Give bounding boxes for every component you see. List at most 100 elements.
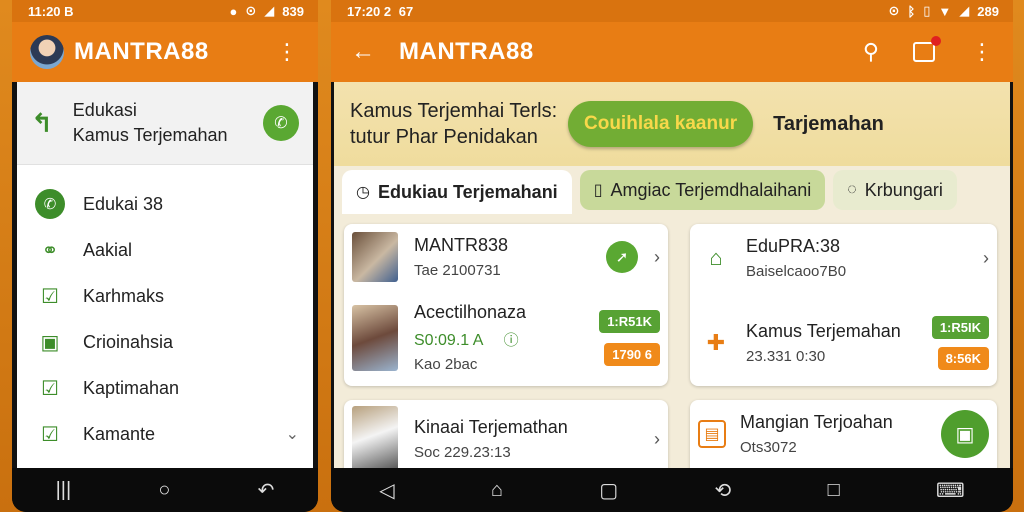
alarm-icon: ⊙ <box>888 3 900 18</box>
home-icon[interactable]: ○ <box>158 479 170 502</box>
chevron-right-icon[interactable]: › <box>654 429 660 450</box>
hero-banner: Kamus Terjemhai Terls: tutur Phar Penida… <box>334 82 1010 166</box>
tab-amgiac[interactable]: ▯ Amgiac Terjemdhalaihani <box>579 170 826 210</box>
hero-action-button[interactable]: Couihlala kaanur <box>568 101 754 147</box>
rotate-icon[interactable]: ⟲ <box>714 478 731 503</box>
item-title: EduPRA:38 <box>746 236 841 256</box>
menu-item-label: Kaptimahan <box>83 377 180 398</box>
chevron-down-icon[interactable]: ⌄ <box>286 424 299 444</box>
building-icon: ⌂ <box>709 245 723 270</box>
app-title: MANTRA88 <box>399 38 534 65</box>
app-bar: MANTRA88 ⋮ <box>12 22 318 82</box>
price-badge-orange: 1790 6 <box>604 342 660 366</box>
info-icon: ⓘ <box>503 332 519 349</box>
tab-label: Krbungari <box>864 179 943 200</box>
thumbnail-image <box>352 232 398 282</box>
status-time: 11:20 B <box>28 3 74 19</box>
hero-label: Tarjemahan <box>773 112 884 135</box>
item-title: Mangian Terjoahan <box>740 412 893 432</box>
menu-item-kaptimahan[interactable]: ☑ Kaptimahan <box>17 365 313 411</box>
dot-icon: ● <box>229 3 238 19</box>
clock-icon: ◷ <box>356 184 370 201</box>
share-icon: ⚭ <box>41 239 59 262</box>
item-title: MANTR838 <box>414 235 509 255</box>
chevron-right-icon[interactable]: › <box>983 248 989 269</box>
nav-bar: ||| ○ ↶ <box>12 468 318 512</box>
chat-icon: ◌ <box>847 181 857 198</box>
status-time: 17:20 2 <box>347 3 392 19</box>
item-subtitle: Soc 229.23:13 <box>414 444 511 461</box>
item-title: Acectilhonaza <box>414 302 527 322</box>
menu-item-kamante[interactable]: ☑ Kamante ⌄ <box>17 411 313 457</box>
tab-bar: ◷ Edukiau Terjemahani ▯ Amgiac Terjemdha… <box>334 166 1010 214</box>
gallery-icon[interactable]: ▣ <box>941 410 989 458</box>
signal-icon: ◢ <box>959 3 970 18</box>
puzzle-icon: ✚ <box>706 330 726 355</box>
price-badge-green: 1:R5IK <box>931 316 989 339</box>
wifi-icon: ▼ <box>938 3 952 19</box>
item-subtitle: Kao 2bac <box>414 356 478 373</box>
tab-edukiau[interactable]: ◷ Edukiau Terjemahani <box>342 170 572 214</box>
item-subtitle: 23.331 0:30 <box>746 348 826 365</box>
back-icon[interactable]: ◁ <box>379 478 394 503</box>
menu-item-label: Aakial <box>83 239 133 260</box>
hero-line-1: Kamus Terjemhai Terls: <box>350 100 558 122</box>
thumbnail-image <box>352 406 398 468</box>
back-arrow-icon[interactable]: ↰ <box>31 108 53 139</box>
menu-item-aakial[interactable]: ⚭ Aakial <box>17 227 313 273</box>
list-item[interactable]: ✚ Kamus Terjemahan 23.331 0:30 1:R5IK 8:… <box>698 316 989 370</box>
menu-item-karhmaks[interactable]: ☑ Karhmaks <box>17 273 313 319</box>
signal-icon: ◢ <box>264 3 275 18</box>
recent-apps-icon[interactable]: ▢ <box>599 478 618 503</box>
card-mangian[interactable]: ▤ Mangian Terjoahan Ots3072 ▣ <box>690 400 997 468</box>
drawer-header[interactable]: ↰ Edukasi Kamus Terjemahan ✆ <box>17 82 313 165</box>
menu-item-crioinahsia[interactable]: ▣ Crioinahsia <box>17 319 313 365</box>
back-arrow-icon[interactable]: ← <box>351 38 375 66</box>
overview-icon[interactable]: □ <box>828 479 840 502</box>
battery-level: 289 <box>977 3 999 19</box>
vibrate-icon: ▯ <box>923 3 931 18</box>
card-kinaai[interactable]: Kinaai Terjemathan Soc 229.23:13 › <box>344 400 668 468</box>
hero-line-2: tutur Phar Penidakan <box>350 126 538 148</box>
status-bar: 11:20 B ● ⊙ ◢ 839 <box>12 0 318 22</box>
item-value: S0:09.1 A <box>414 332 484 349</box>
card-mantr838[interactable]: MANTR838 Tae 2100731 ➚ › Acectilhonaza S… <box>344 224 668 386</box>
list-item[interactable]: ▤ Mangian Terjoahan Ots3072 ▣ <box>698 410 989 458</box>
recent-apps-icon[interactable]: ||| <box>56 479 72 502</box>
search-icon[interactable]: ⚲ <box>863 39 879 65</box>
battery-level: 839 <box>282 3 304 19</box>
whatsapp-icon[interactable]: ✆ <box>263 105 299 141</box>
item-title: Kamus Terjemahan <box>746 321 901 341</box>
avatar[interactable] <box>30 35 64 69</box>
drawer: ↰ Edukasi Kamus Terjemahan ✆ ✆ Edukai 38… <box>17 82 313 468</box>
tab-label: Edukiau Terjemahani <box>377 181 558 202</box>
main-content: Kamus Terjemhai Terls: tutur Phar Penida… <box>334 82 1010 468</box>
list-item[interactable]: Kinaai Terjemathan Soc 229.23:13 › <box>352 406 660 468</box>
list-item[interactable]: Acectilhonaza S0:09.1 A ⓘ Kao 2bac 1:R51… <box>352 302 660 373</box>
note-icon: ☑ <box>41 377 59 400</box>
checklist-icon: ☑ <box>41 423 59 446</box>
trend-icon[interactable]: ➚ <box>606 241 638 273</box>
app-bar: ← MANTRA88 ⚲ ⋮ <box>331 22 1013 82</box>
menu-item-label: Kamante <box>83 423 156 444</box>
home-icon[interactable]: ⌂ <box>491 479 503 502</box>
more-icon[interactable]: ⋮ <box>276 39 298 65</box>
keyboard-icon[interactable]: ⌨ <box>936 478 965 503</box>
left-phone: 11:20 B ● ⊙ ◢ 839 MANTRA88 ⋮ ↰ Edukasi K… <box>12 0 318 512</box>
item-subtitle: Tae 2100731 <box>414 262 501 279</box>
list-item[interactable]: MANTR838 Tae 2100731 ➚ › <box>352 232 660 282</box>
menu-item-edukai[interactable]: ✆ Edukai 38 <box>17 181 313 227</box>
item-subtitle: Ots3072 <box>740 439 797 456</box>
menu-item-label: Crioinahsia <box>83 331 174 352</box>
calendar-icon: ▣ <box>40 331 60 354</box>
notification-dot <box>931 36 941 46</box>
status-bar: 17:20 2 67 ⊙ ᛒ ▯ ▼ ◢ 289 <box>331 0 1013 22</box>
more-icon[interactable]: ⋮ <box>971 39 993 65</box>
tab-krbungari[interactable]: ◌ Krbungari <box>833 170 957 210</box>
back-icon[interactable]: ↶ <box>258 478 275 503</box>
ledger-icon: ▤ <box>698 420 726 448</box>
chevron-right-icon[interactable]: › <box>654 247 660 268</box>
card-edupra38[interactable]: ⌂ EduPRA:38 Baiselcaoo7B0 › ✚ Kamus Terj… <box>690 224 997 386</box>
notification-icon[interactable] <box>913 36 941 62</box>
list-item[interactable]: ⌂ EduPRA:38 Baiselcaoo7B0 › <box>698 236 989 280</box>
